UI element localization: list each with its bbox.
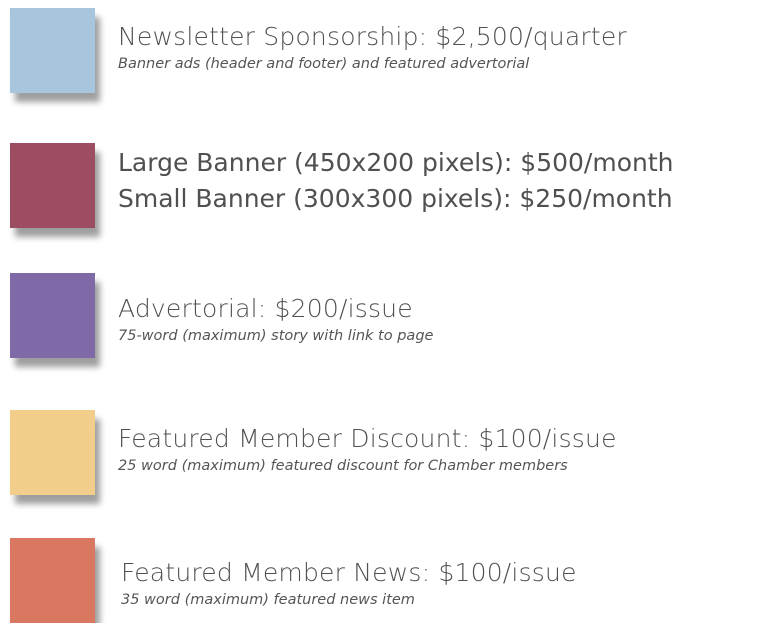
color-swatch-purple	[10, 273, 95, 358]
color-swatch-orange	[10, 538, 95, 623]
item-title: Featured Member Discount: $100/issue	[118, 424, 617, 453]
item-title: Advertorial: $200/issue	[118, 294, 413, 323]
item-title: Newsletter Sponsorship: $2,500/quarter	[118, 22, 627, 51]
item-title: Featured Member News: $100/issue	[121, 558, 577, 587]
item-description: Banner ads (header and footer) and featu…	[118, 56, 530, 72]
item-description: 75-word (maximum) story with link to pag…	[118, 328, 434, 344]
color-swatch-yellow	[10, 410, 95, 495]
item-title: Large Banner (450x200 pixels): $500/mont…	[118, 148, 674, 177]
color-swatch-maroon	[10, 143, 95, 228]
item-description: 35 word (maximum) featured news item	[121, 592, 415, 608]
color-swatch-blue	[10, 8, 95, 93]
item-title-secondary: Small Banner (300x300 pixels): $250/mont…	[118, 184, 673, 213]
item-description: 25 word (maximum) featured discount for …	[118, 458, 568, 474]
